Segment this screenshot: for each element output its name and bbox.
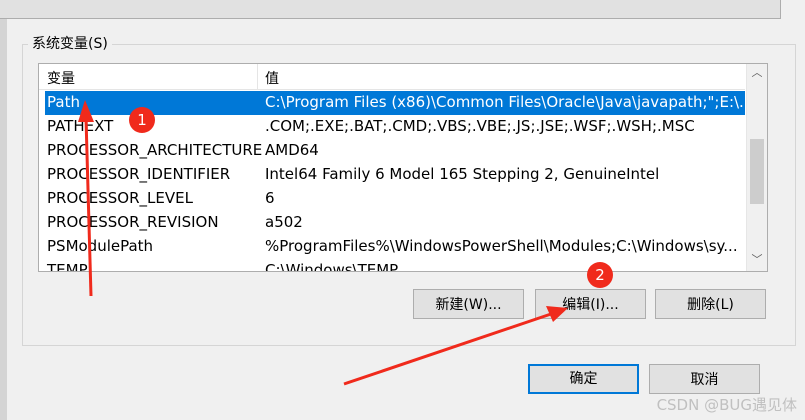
ok-button[interactable]: 确定 <box>528 364 639 394</box>
variable-name: TEMP <box>47 261 88 272</box>
step-badge-1: 1 <box>129 107 155 133</box>
scroll-thumb[interactable] <box>750 139 764 204</box>
system-variables-label: 系统变量(S) <box>28 33 112 53</box>
table-row[interactable]: PROCESSOR_REVISION a502 <box>45 211 745 235</box>
table-row[interactable]: PSModulePath %ProgramFiles%\WindowsPower… <box>45 235 745 259</box>
step-badge-2: 2 <box>587 262 613 288</box>
scroll-up-icon[interactable]: ︿ <box>747 64 767 82</box>
system-variables-list[interactable]: 变量 值 Path C:\Program Files (x86)\Common … <box>38 63 768 272</box>
cancel-button[interactable]: 取消 <box>649 364 760 394</box>
table-row[interactable]: PROCESSOR_IDENTIFIER Intel64 Family 6 Mo… <box>45 163 745 187</box>
new-button[interactable]: 新建(W)... <box>413 289 524 319</box>
watermark: CSDN @BUG遇见体 <box>656 396 797 414</box>
variable-name: PROCESSOR_ARCHITECTURE <box>47 141 263 159</box>
variable-name: Path <box>47 93 80 111</box>
edit-button[interactable]: 编辑(I)... <box>535 289 646 319</box>
variable-name: PATHEXT <box>47 117 114 135</box>
variable-value: a502 <box>265 213 303 231</box>
column-header-value[interactable]: 值 <box>265 68 279 88</box>
background-window-edge <box>0 0 7 420</box>
table-row[interactable]: PROCESSOR_LEVEL 6 <box>45 187 745 211</box>
variable-value: C:\Program Files (x86)\Common Files\Orac… <box>265 93 743 111</box>
previous-section-button-edge[interactable] <box>0 0 781 19</box>
table-row[interactable]: TEMP C:\Windows\TEMP <box>45 259 745 272</box>
scroll-down-icon[interactable]: ﹀ <box>747 251 767 269</box>
variable-name: PROCESSOR_LEVEL <box>47 189 193 207</box>
variable-value: %ProgramFiles%\WindowsPowerShell\Modules… <box>265 237 738 255</box>
column-divider[interactable] <box>257 64 258 89</box>
variable-value: Intel64 Family 6 Model 165 Stepping 2, G… <box>265 165 660 183</box>
variable-value: .COM;.EXE;.BAT;.CMD;.VBS;.VBE;.JS;.JSE;.… <box>265 117 695 135</box>
table-row[interactable]: PROCESSOR_ARCHITECTURE AMD64 <box>45 139 745 163</box>
variable-name: PROCESSOR_IDENTIFIER <box>47 165 231 183</box>
list-header: 变量 值 <box>39 64 745 90</box>
variable-value: 6 <box>265 189 275 207</box>
vertical-scrollbar[interactable]: ︿ ﹀ <box>746 64 767 271</box>
variable-name: PROCESSOR_REVISION <box>47 213 219 231</box>
variable-value: C:\Windows\TEMP <box>265 261 399 272</box>
variable-name: PSModulePath <box>47 237 154 255</box>
variable-value: AMD64 <box>265 141 319 159</box>
column-header-variable[interactable]: 变量 <box>47 68 75 88</box>
delete-button[interactable]: 删除(L) <box>655 289 766 319</box>
